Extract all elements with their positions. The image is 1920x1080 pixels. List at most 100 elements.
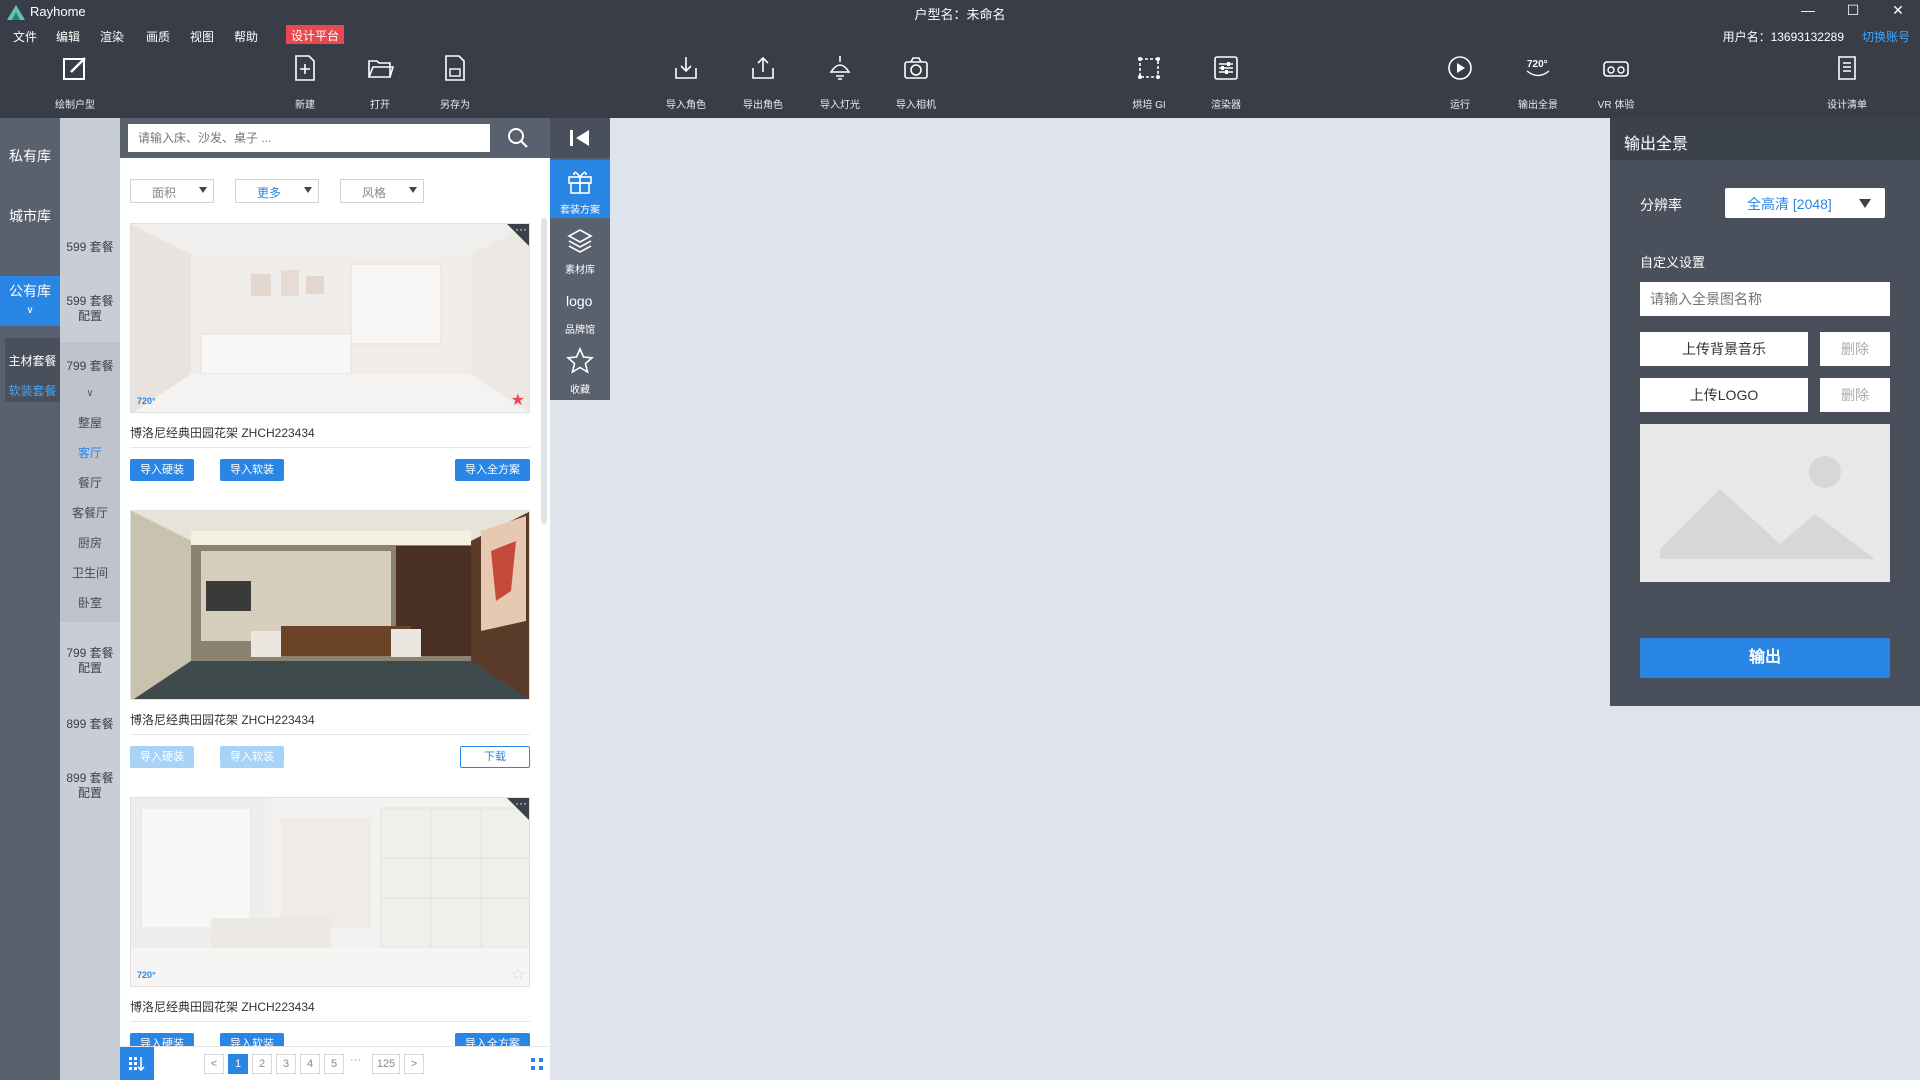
scheme-thumbnail[interactable]: [130, 510, 530, 700]
sort-button[interactable]: [120, 1047, 154, 1080]
filter-style[interactable]: 风格: [340, 179, 424, 203]
prev-page-button[interactable]: <: [204, 1054, 224, 1074]
page-5[interactable]: 5: [324, 1054, 344, 1074]
panorama-badge: 720°: [137, 396, 156, 406]
import-soft-button[interactable]: 导入软装: [220, 746, 284, 768]
design-list-button[interactable]: 设计清单: [1809, 46, 1885, 118]
star-outline-icon[interactable]: ☆: [511, 964, 525, 984]
room-kitchen[interactable]: 厨房: [60, 534, 120, 551]
filter-more[interactable]: 更多: [235, 179, 319, 203]
run-button[interactable]: 运行: [1422, 46, 1498, 118]
gift-icon: [568, 171, 592, 194]
package-599-config[interactable]: 599 套餐 配置: [60, 294, 120, 324]
tab-package-scheme[interactable]: 套装方案: [550, 160, 610, 218]
next-page-button[interactable]: >: [404, 1054, 424, 1074]
bake-gi-button[interactable]: 烘培 GI: [1111, 46, 1187, 118]
results-list: ··· 720° ★ 博洛尼经典田园花架 ZHCH223434 导入硬装 导入软…: [120, 216, 550, 1046]
close-button[interactable]: ✕: [1883, 2, 1913, 22]
collapse-panel-button[interactable]: [550, 118, 610, 158]
delete-music-button[interactable]: 删除: [1820, 332, 1890, 366]
draw-layout-button[interactable]: 绘制户型: [37, 46, 113, 118]
open-button[interactable]: 打开: [342, 46, 418, 118]
caret-down-icon: [199, 187, 207, 193]
tab-public-library[interactable]: 公有库 ∨: [0, 276, 60, 326]
import-full-scheme-button[interactable]: 导入全方案: [455, 1033, 530, 1046]
download-button[interactable]: 下载: [460, 746, 530, 768]
package-799-config[interactable]: 799 套餐 配置: [60, 646, 120, 676]
page-4[interactable]: 4: [300, 1054, 320, 1074]
page-1[interactable]: 1: [228, 1054, 248, 1074]
collapse-icon: [570, 130, 589, 146]
delete-logo-button[interactable]: 删除: [1820, 378, 1890, 412]
tab-private-library[interactable]: 私有库: [0, 126, 60, 186]
output-button[interactable]: 输出: [1640, 638, 1890, 678]
results-scroll-thumb[interactable]: [541, 218, 547, 524]
upload-music-button[interactable]: 上传背景音乐: [1640, 332, 1808, 366]
minimize-button[interactable]: —: [1793, 2, 1823, 22]
package-599[interactable]: 599 套餐: [60, 240, 120, 255]
sub-main-material[interactable]: 主材套餐: [5, 352, 60, 369]
room-bedroom[interactable]: 卧室: [60, 594, 120, 611]
upload-logo-button[interactable]: 上传LOGO: [1640, 378, 1808, 412]
scheme-thumbnail[interactable]: ··· 720° ☆: [130, 797, 530, 987]
vr-button[interactable]: VR 体验: [1578, 46, 1654, 118]
search-icon[interactable]: [506, 126, 530, 150]
menu-file[interactable]: 文件: [13, 28, 37, 45]
menu-render[interactable]: 渲染: [100, 28, 124, 45]
tab-city-library[interactable]: 城市库: [0, 186, 60, 246]
package-899[interactable]: 899 套餐: [60, 717, 120, 732]
filter-area[interactable]: 面积: [130, 179, 214, 203]
new-button[interactable]: 新建: [267, 46, 343, 118]
import-full-scheme-button[interactable]: 导入全方案: [455, 459, 530, 481]
menu-view[interactable]: 视图: [190, 28, 214, 45]
menu-quality[interactable]: 画质: [146, 28, 170, 45]
svg-text:logo: logo: [566, 293, 593, 309]
tab-material-library[interactable]: 素材库: [550, 220, 610, 278]
tab-favorites[interactable]: 收藏: [550, 340, 610, 398]
room-living-dining[interactable]: 客餐厅: [60, 504, 120, 521]
panorama-badge: 720°: [137, 970, 156, 980]
more-icon[interactable]: ···: [515, 798, 527, 810]
room-living-room[interactable]: 客厅: [60, 444, 120, 461]
room-dining-room[interactable]: 餐厅: [60, 474, 120, 491]
import-hard-button[interactable]: 导入硬装: [130, 1033, 194, 1046]
import-view-button[interactable]: 导入角色: [648, 46, 724, 118]
switch-account-link[interactable]: 切换账号: [1862, 28, 1910, 45]
package-899-config[interactable]: 899 套餐 配置: [60, 771, 120, 801]
page-3[interactable]: 3: [276, 1054, 296, 1074]
study-room-image: [131, 798, 529, 986]
star-filled-icon[interactable]: ★: [511, 390, 525, 410]
room-bathroom[interactable]: 卫生间: [60, 564, 120, 581]
design-platform-button[interactable]: 设计平台: [286, 25, 345, 44]
page-2[interactable]: 2: [252, 1054, 272, 1074]
save-as-button[interactable]: 另存为: [417, 46, 493, 118]
import-soft-button[interactable]: 导入软装: [220, 459, 284, 481]
sub-soft-furnishing[interactable]: 软装套餐: [5, 382, 60, 399]
panorama-name-input[interactable]: [1640, 282, 1890, 316]
menu-bar: 文件 编辑 渲染 画质 视图 帮助 设计平台 用户名：13693132289 切…: [0, 24, 1920, 46]
room-whole-house[interactable]: 整屋: [60, 414, 120, 431]
scheme-thumbnail[interactable]: ··· 720° ★: [130, 223, 530, 413]
resolution-select[interactable]: 全高清 [2048]: [1725, 188, 1885, 218]
export-view-button[interactable]: 导出角色: [725, 46, 801, 118]
search-input[interactable]: [128, 124, 490, 152]
import-light-button[interactable]: 导入灯光: [802, 46, 878, 118]
more-icon[interactable]: ···: [515, 224, 527, 236]
export-view-label: 导出角色: [743, 100, 783, 111]
custom-settings-label: 自定义设置: [1640, 255, 1706, 270]
menu-help[interactable]: 帮助: [234, 28, 258, 45]
folder-open-icon: [368, 60, 394, 78]
import-hard-button[interactable]: 导入硬装: [130, 746, 194, 768]
export-panorama-button[interactable]: 720° 输出全景: [1500, 46, 1576, 118]
import-hard-button[interactable]: 导入硬装: [130, 459, 194, 481]
maximize-button[interactable]: ☐: [1838, 2, 1868, 22]
menu-edit[interactable]: 编辑: [56, 28, 80, 45]
page-last[interactable]: 125: [372, 1054, 400, 1074]
grid-view-icon[interactable]: [530, 1057, 544, 1071]
tab-brand-hall[interactable]: logo 品牌馆: [550, 280, 610, 338]
living-room-image: [131, 224, 529, 412]
import-camera-button[interactable]: 导入相机: [878, 46, 954, 118]
import-soft-button[interactable]: 导入软装: [220, 1033, 284, 1046]
package-799[interactable]: 799 套餐: [60, 359, 120, 374]
renderer-button[interactable]: 渲染器: [1188, 46, 1264, 118]
